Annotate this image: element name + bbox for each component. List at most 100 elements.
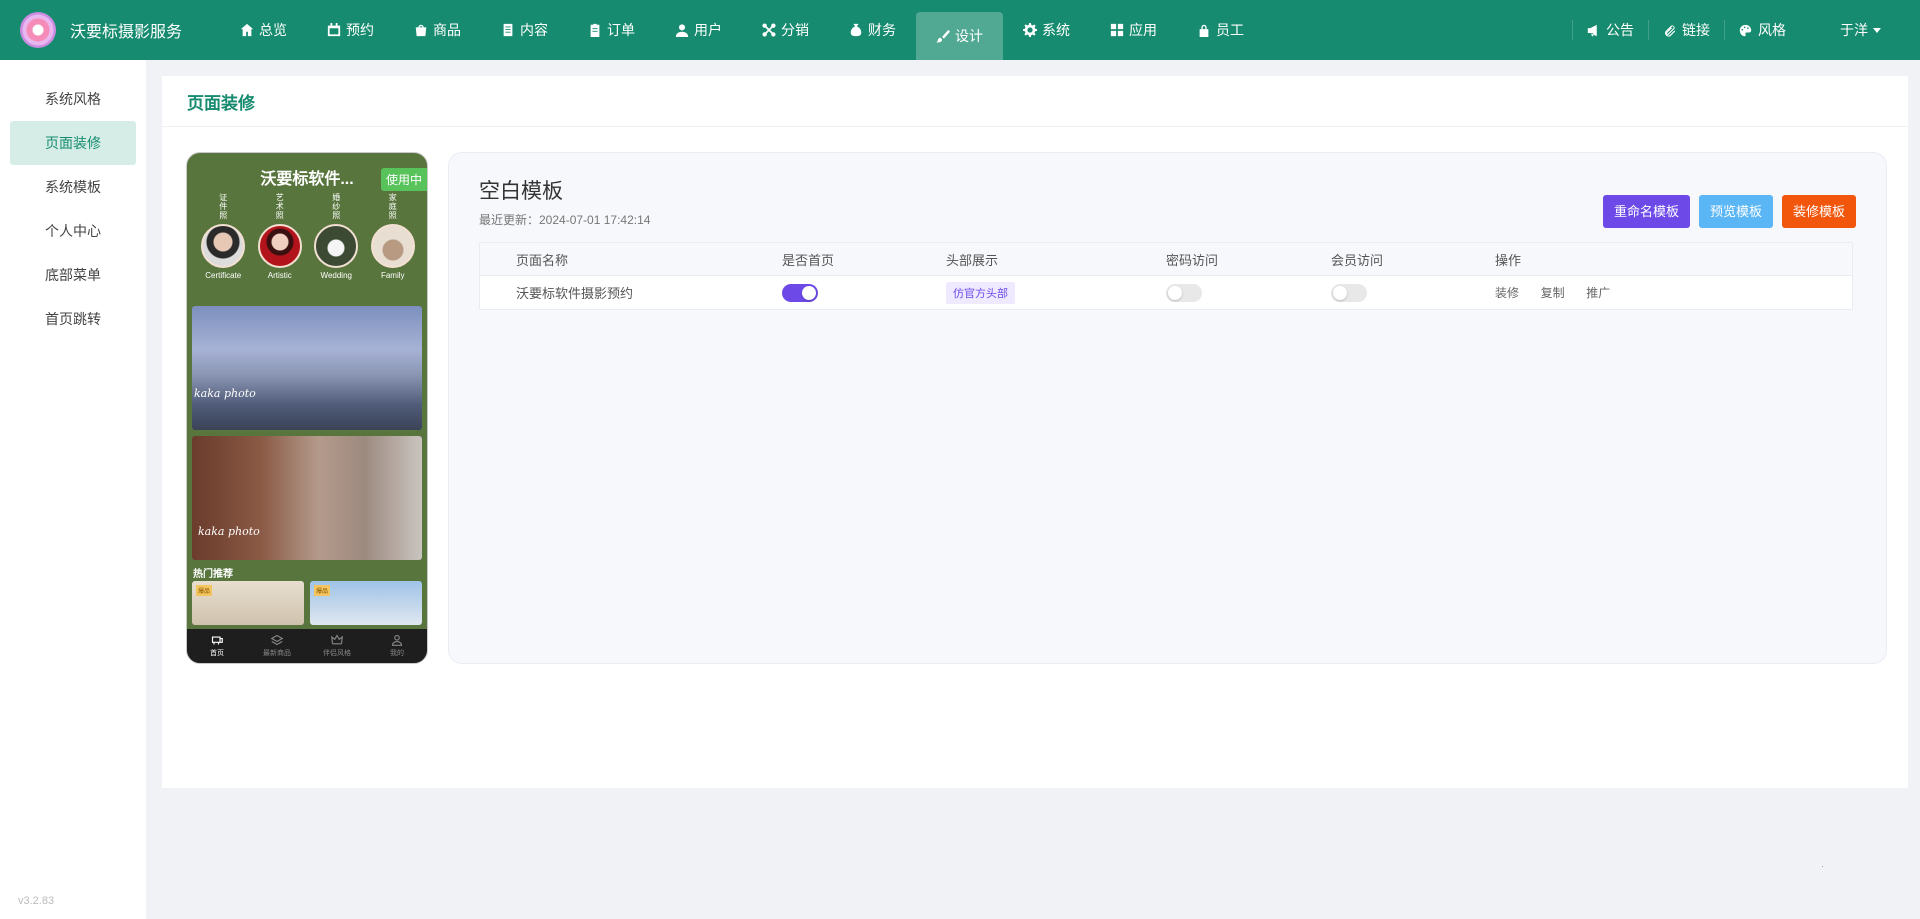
template-panel: 空白模板 最近更新：2024-07-01 17:42:14 重命名模板 预览模板…: [448, 152, 1887, 664]
sidebar-item-personal-center[interactable]: 个人中心: [10, 209, 136, 253]
top-navbar: 沃要标摄影服务 总览 预约 商品 内容 订单 用户 分销 财务 设计 系统 应用…: [0, 0, 1920, 60]
category-wedding: 婚纱照 Wedding: [311, 193, 361, 280]
template-name: 空白模板: [479, 180, 563, 203]
user-menu[interactable]: 于洋: [1800, 20, 1895, 40]
category-family: 家庭照 Family: [368, 193, 418, 280]
hot-recommend-title: 热门推荐: [193, 569, 233, 580]
phone-tab-new: 最新商品: [247, 629, 307, 663]
in-use-badge: 使用中: [380, 168, 427, 191]
nav-item-overview[interactable]: 总览: [220, 0, 307, 60]
table-header: 页面名称 是否首页 头部展示 密码访问 会员访问 操作: [480, 243, 1852, 276]
member-access-toggle[interactable]: [1331, 283, 1367, 302]
brand[interactable]: 沃要标摄影服务: [0, 0, 200, 60]
version-label: v3.2.83: [18, 895, 55, 907]
nav-item-apps[interactable]: 应用: [1090, 0, 1177, 60]
promote-action-link[interactable]: 推广: [1586, 284, 1610, 301]
top-right-actions: 公告 链接 风格 于洋: [1572, 0, 1895, 60]
pages-table: 页面名称 是否首页 头部展示 密码访问 会员访问 操作 沃要标软件摄影预约 仿官…: [479, 242, 1853, 310]
phone-tab-mine: 我的: [367, 629, 427, 663]
page-header: 页面装修: [162, 76, 1908, 127]
nav-item-users[interactable]: 用户: [655, 0, 742, 60]
notice-link[interactable]: 公告: [1572, 20, 1648, 40]
column-header: 是否首页: [782, 252, 835, 268]
palette-icon: [1739, 24, 1752, 36]
sidebar-item-home-redirect[interactable]: 首页跳转: [10, 297, 136, 341]
megaphone-icon: [1587, 24, 1597, 36]
hot-item: 爆品: [310, 581, 422, 625]
nav-item-design[interactable]: 设计: [916, 12, 1003, 60]
nav-item-staff[interactable]: 员工: [1177, 0, 1264, 60]
phone-tab-style: 伴侣风格: [307, 629, 367, 663]
sidebar-item-bottom-menu[interactable]: 底部菜单: [10, 253, 136, 297]
user-icon: [675, 24, 689, 37]
user-outline-icon: [391, 634, 403, 646]
stray-dot: [1822, 866, 1823, 867]
nav-item-content[interactable]: 内容: [481, 0, 568, 60]
layers-icon: [271, 634, 283, 646]
page-name-cell: 沃要标软件摄影预约: [516, 286, 634, 301]
phone-tab-home: 首页: [187, 629, 247, 663]
style-link[interactable]: 风格: [1724, 20, 1800, 40]
decorate-template-button[interactable]: 装修模板: [1781, 195, 1856, 228]
lock-icon: [1199, 24, 1209, 37]
is-home-toggle[interactable]: [782, 283, 818, 302]
app-name: 沃要标摄影服务: [70, 24, 183, 41]
brush-icon: [936, 29, 950, 43]
network-icon: [762, 23, 776, 37]
gear-icon: [1023, 23, 1037, 37]
preview-template-button[interactable]: 预览模板: [1698, 195, 1773, 228]
home-tab-icon: [211, 636, 223, 645]
paperclip-icon: [1665, 24, 1676, 37]
category-photo: [201, 224, 246, 268]
nav-item-orders[interactable]: 订单: [568, 0, 655, 60]
crown-icon: [331, 634, 343, 645]
category-artistic: 艺术照 Artistic: [255, 193, 305, 280]
column-header: 会员访问: [1331, 252, 1384, 268]
phone-tabbar: 首页 最新商品 伴侣风格 我的: [187, 629, 427, 663]
decorate-action-link[interactable]: 装修: [1495, 284, 1519, 301]
table-row: 沃要标软件摄影预约 仿官方头部 装修 复制 推广: [480, 276, 1852, 309]
header-style-tag: 仿官方头部: [946, 281, 1015, 304]
password-access-toggle[interactable]: [1166, 283, 1202, 302]
home-icon: [240, 23, 254, 37]
category-certificate: 证件照 Certificate: [198, 193, 248, 280]
nav-item-finance[interactable]: 财务: [829, 0, 916, 60]
sidebar-item-system-style[interactable]: 系统风格: [10, 77, 136, 121]
sidebar-item-page-decoration[interactable]: 页面装修: [10, 121, 136, 165]
phone-preview[interactable]: 沃要标软件... 使用中 证件照 Certificate 艺术照 Artisti…: [186, 152, 428, 664]
column-header: 操作: [1495, 252, 1522, 268]
page-title: 页面装修: [187, 93, 255, 113]
nav-item-system[interactable]: 系统: [1003, 0, 1090, 60]
bag-icon: [415, 24, 427, 37]
nav-item-distribution[interactable]: 分销: [742, 0, 829, 60]
banner-photo: kaka photo: [192, 436, 422, 560]
main-nav: 总览 预约 商品 内容 订单 用户 分销 财务 设计 系统 应用 员工: [220, 0, 1264, 60]
column-header: 密码访问: [1166, 252, 1219, 268]
link-link[interactable]: 链接: [1648, 20, 1724, 40]
nav-item-products[interactable]: 商品: [394, 0, 481, 60]
calendar-icon: [327, 23, 341, 37]
category-photo: [314, 224, 359, 268]
clipboard-icon: [590, 23, 600, 37]
hot-item: 爆品: [192, 581, 304, 625]
document-icon: [503, 23, 513, 37]
app-logo: [20, 12, 56, 48]
category-photo: [257, 224, 302, 268]
template-updated: 最近更新：2024-07-01 17:42:14: [479, 213, 651, 227]
template-actions: 重命名模板 预览模板 装修模板: [1594, 195, 1856, 228]
nav-item-booking[interactable]: 预约: [307, 0, 394, 60]
sidebar-item-system-templates[interactable]: 系统模板: [10, 165, 136, 209]
banner-photo: kaka photo: [192, 306, 422, 430]
category-photo: [370, 224, 415, 268]
user-name: 于洋: [1840, 22, 1868, 38]
copy-action-link[interactable]: 复制: [1541, 284, 1565, 301]
caret-down-icon: [1873, 27, 1881, 33]
category-row: 证件照 Certificate 艺术照 Artistic 婚纱照 Wedding…: [195, 193, 421, 280]
column-header: 页面名称: [516, 252, 569, 268]
main-panel: 页面装修 沃要标软件... 使用中 证件照 Certificate 艺术照 Ar…: [162, 76, 1908, 788]
column-header: 头部展示: [946, 252, 999, 268]
sidebar: 系统风格 页面装修 系统模板 个人中心 底部菜单 首页跳转 v3.2.83: [0, 60, 146, 919]
money-bag-icon: [850, 23, 862, 37]
rename-template-button[interactable]: 重命名模板: [1602, 195, 1690, 228]
grid-icon: [1110, 23, 1124, 37]
